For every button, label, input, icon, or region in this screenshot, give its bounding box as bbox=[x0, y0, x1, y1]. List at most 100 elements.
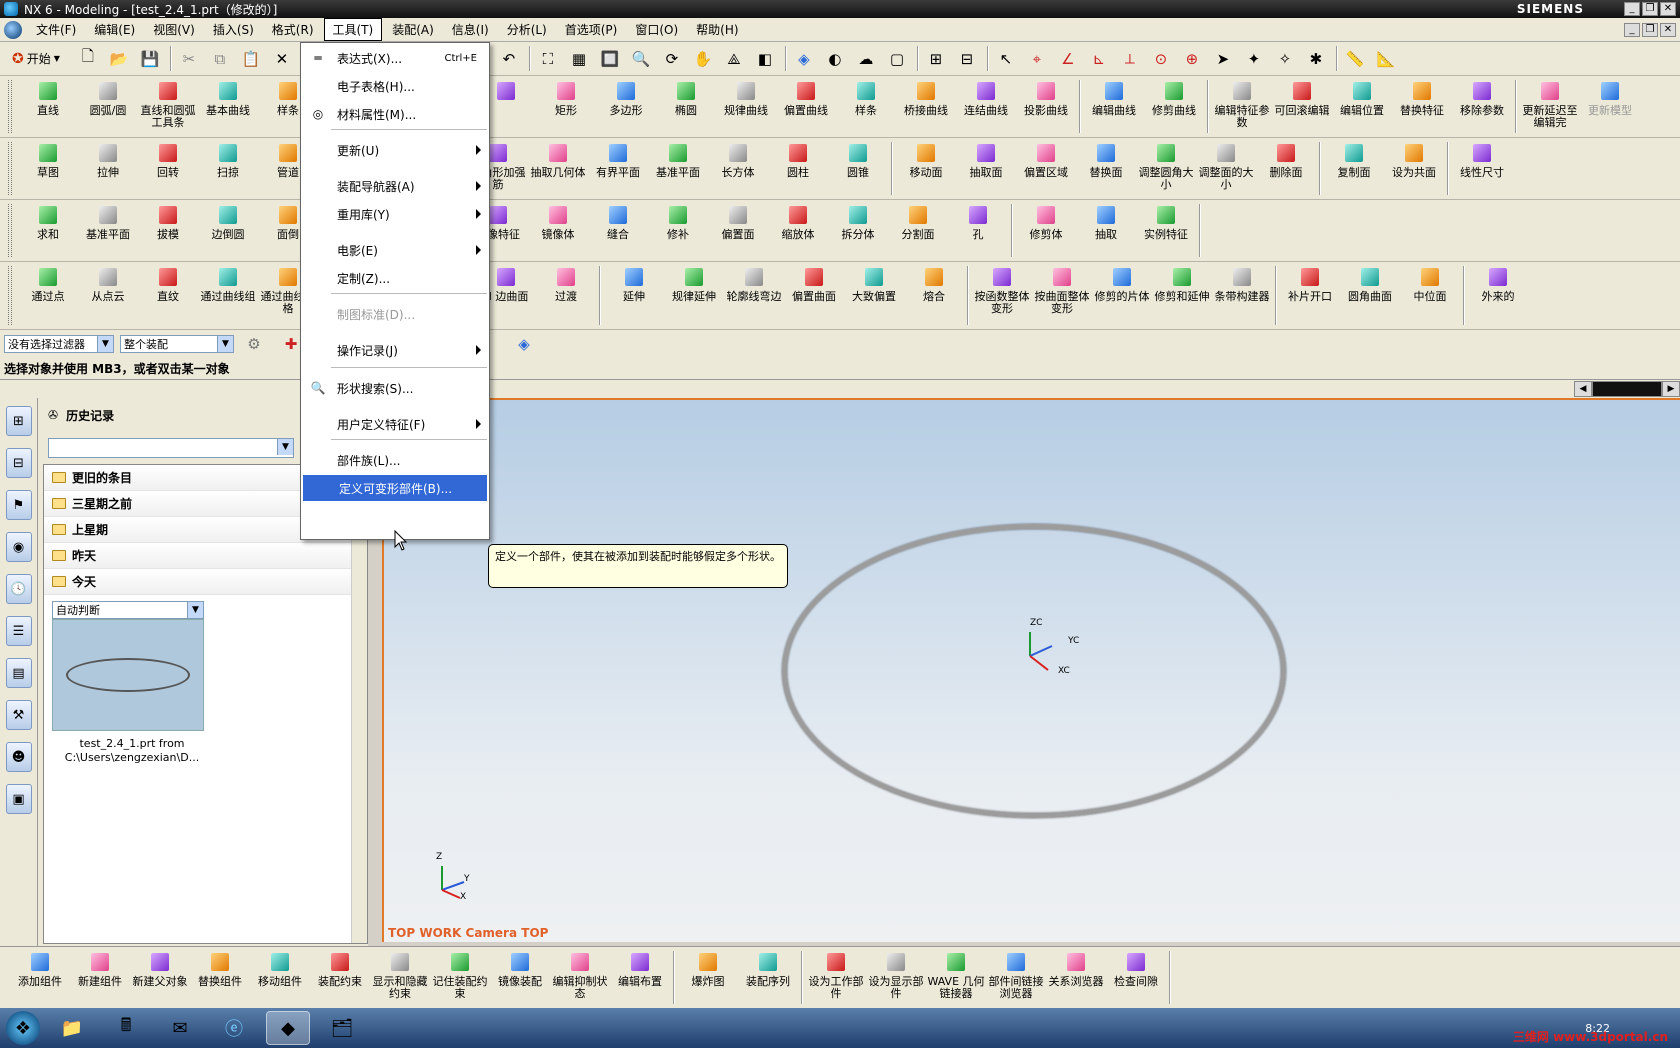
tool-row3-6[interactable]: 镜像体 bbox=[528, 200, 588, 241]
rotate-icon[interactable]: ⟳ bbox=[658, 46, 686, 72]
tool-row2-10[interactable]: 圆柱 bbox=[768, 138, 828, 179]
tool-row1-19[interactable]: 编辑位置 bbox=[1332, 76, 1392, 117]
tool-row1-6[interactable]: 矩形 bbox=[536, 76, 596, 117]
tool-row2-14[interactable]: 偏置区域 bbox=[1016, 138, 1076, 179]
render-style-icon[interactable]: ◐ bbox=[821, 46, 849, 72]
tool-row3-15[interactable]: 抽取 bbox=[1076, 200, 1136, 241]
tools-menu-item-0[interactable]: ═ 表达式(X)... Ctrl+E bbox=[301, 45, 489, 71]
tool-row1-9[interactable]: 规律曲线 bbox=[716, 76, 776, 117]
tools-menu-item-10[interactable]: 🔍 形状搜索(S)... bbox=[301, 375, 489, 401]
assembly-navigator-icon[interactable]: ⊞ bbox=[5, 406, 32, 436]
tool-row4-1[interactable]: 从点云 bbox=[78, 262, 138, 303]
delete-icon[interactable]: ✕ bbox=[268, 46, 296, 72]
type-filter-combo[interactable]: 没有选择过滤器 ▼ bbox=[4, 335, 114, 353]
wcs-icon[interactable]: ⊞ bbox=[922, 46, 950, 72]
tool-row4-9[interactable]: 轮廓线弯边 bbox=[724, 262, 784, 303]
tool-row4-18[interactable]: 补片开口 bbox=[1280, 262, 1340, 303]
assembly-tool-13[interactable]: 设为工作部件 bbox=[806, 947, 866, 1008]
snap-control-icon[interactable]: ⊾ bbox=[1085, 46, 1113, 72]
pin-icon[interactable]: ✇ bbox=[48, 408, 58, 422]
menu-item-10[interactable]: 窗口(O) bbox=[627, 19, 686, 40]
snap-icon[interactable]: ↖ bbox=[992, 46, 1020, 72]
tool-row3-14[interactable]: 修剪体 bbox=[1016, 200, 1076, 241]
assembly-tool-14[interactable]: 设为显示部件 bbox=[866, 947, 926, 1008]
tools-menu-item-1[interactable]: 电子表格(H)... bbox=[301, 73, 489, 99]
history-icon[interactable]: 🕓 bbox=[5, 574, 32, 604]
tool-row2-1[interactable]: 拉伸 bbox=[78, 138, 138, 179]
tool-row2-16[interactable]: 调整圆角大小 bbox=[1136, 138, 1196, 191]
doc-close-button[interactable]: ✕ bbox=[1660, 22, 1676, 37]
system-scenes-icon[interactable]: ▣ bbox=[5, 784, 32, 814]
scroll-left-button[interactable]: ◀ bbox=[1574, 381, 1592, 397]
tool-row1-21[interactable]: 移除参数 bbox=[1452, 76, 1512, 117]
scroll-right-button[interactable]: ▶ bbox=[1662, 381, 1680, 397]
tool-row2-6[interactable]: 抽取几何体 bbox=[528, 138, 588, 179]
assembly-tool-16[interactable]: 部件间链接浏览器 bbox=[986, 947, 1046, 1008]
menu-item-2[interactable]: 视图(V) bbox=[145, 19, 203, 40]
assembly-tool-4[interactable]: 移动组件 bbox=[250, 947, 310, 1008]
tool-row2-3[interactable]: 扫掠 bbox=[198, 138, 258, 179]
tool-row1-7[interactable]: 多边形 bbox=[596, 76, 656, 117]
tool-row2-11[interactable]: 圆锥 bbox=[828, 138, 888, 179]
tool-row3-2[interactable]: 拔模 bbox=[138, 200, 198, 241]
measure-angle-icon[interactable]: 📐 bbox=[1372, 46, 1400, 72]
scroll-track[interactable] bbox=[1592, 381, 1662, 397]
tool-row4-20[interactable]: 中位面 bbox=[1400, 262, 1460, 303]
tools-menu-item-3[interactable]: 更新(U) bbox=[301, 137, 489, 163]
menu-item-4[interactable]: 格式(R) bbox=[264, 19, 322, 40]
snap-point-icon[interactable]: ➤ bbox=[1209, 46, 1237, 72]
tool-row1-13[interactable]: 连结曲线 bbox=[956, 76, 1016, 117]
zoom-box-icon[interactable]: 🔲 bbox=[596, 46, 624, 72]
background-icon[interactable]: ▢ bbox=[883, 46, 911, 72]
tool-row4-14[interactable]: 按曲面整体变形 bbox=[1032, 262, 1092, 315]
snap-center-icon[interactable]: ⊙ bbox=[1147, 46, 1175, 72]
menu-item-0[interactable]: 文件(F) bbox=[28, 19, 84, 40]
assembly-tool-15[interactable]: WAVE 几何链接器 bbox=[926, 947, 986, 1008]
palette-icon[interactable]: ▤ bbox=[5, 658, 32, 688]
view-triad-icon[interactable]: ◈ bbox=[510, 331, 538, 357]
assembly-tool-0[interactable]: 添加组件 bbox=[10, 947, 70, 1008]
assembly-tool-12[interactable]: 装配序列 bbox=[738, 947, 798, 1008]
tool-row2-20[interactable]: 设为共面 bbox=[1384, 138, 1444, 179]
tool-row4-13[interactable]: 按函数整体变形 bbox=[972, 262, 1032, 315]
zoom-window-icon[interactable]: ▦ bbox=[565, 46, 593, 72]
tool-row2-15[interactable]: 替换面 bbox=[1076, 138, 1136, 179]
tool-row3-16[interactable]: 实例特征 bbox=[1136, 200, 1196, 241]
tools-menu-item-13[interactable]: 定义可变形部件(B)... bbox=[303, 475, 487, 501]
history-filter-combo[interactable]: ▼ bbox=[48, 438, 294, 458]
measure-distance-icon[interactable]: 📏 bbox=[1341, 46, 1369, 72]
menu-item-5[interactable]: 工具(T) bbox=[323, 18, 383, 41]
tool-row1-17[interactable]: 编辑特征参数 bbox=[1212, 76, 1272, 129]
tool-row3-10[interactable]: 缩放体 bbox=[768, 200, 828, 241]
assembly-tool-10[interactable]: 编辑布置 bbox=[610, 947, 670, 1008]
thumbnail-mode-combo[interactable]: 自动判断 ▼ bbox=[52, 601, 204, 619]
mail-icon[interactable]: ✉ bbox=[158, 1011, 202, 1045]
tools-menu-item-2[interactable]: ◎ 材料属性(M)... bbox=[301, 101, 489, 127]
constraint-navigator-icon[interactable]: ⊟ bbox=[5, 448, 32, 478]
tool-row3-7[interactable]: 缝合 bbox=[588, 200, 648, 241]
tool-row2-19[interactable]: 复制面 bbox=[1324, 138, 1384, 179]
assembly-tool-1[interactable]: 新建组件 bbox=[70, 947, 130, 1008]
view-cube-icon[interactable]: ◧ bbox=[751, 46, 779, 72]
part-thumbnail[interactable] bbox=[52, 619, 204, 731]
explorer-icon[interactable]: 🗂 bbox=[320, 1011, 364, 1045]
process-studio-icon[interactable]: ⚒ bbox=[5, 700, 32, 730]
tool-row2-9[interactable]: 长方体 bbox=[708, 138, 768, 179]
windows-start-icon[interactable]: ❖ bbox=[6, 1011, 40, 1045]
start-button[interactable]: ✪ 开始 ▼ bbox=[6, 47, 66, 71]
tool-row3-0[interactable]: 求和 bbox=[18, 200, 78, 241]
assembly-tool-6[interactable]: 显示和隐藏约束 bbox=[370, 947, 430, 1008]
tools-menu-item-7[interactable]: 定制(Z)... bbox=[301, 265, 489, 291]
tool-row1-10[interactable]: 偏置曲线 bbox=[776, 76, 836, 117]
tools-menu-item-9[interactable]: 操作记录(J) bbox=[301, 337, 489, 363]
open-folder-icon[interactable]: 📂 bbox=[105, 46, 133, 72]
tool-row1-2[interactable]: 直线和圆弧工具条 bbox=[138, 76, 198, 129]
graphics-window[interactable]: ZC YC XC Z Y X TOP WORK Camera TOP bbox=[382, 398, 1680, 942]
tool-row3-8[interactable]: 修补 bbox=[648, 200, 708, 241]
assembly-tool-8[interactable]: 镜像装配 bbox=[490, 947, 550, 1008]
history-folder[interactable]: 今天 bbox=[44, 569, 367, 595]
tool-row1-8[interactable]: 椭圆 bbox=[656, 76, 716, 117]
minimize-button[interactable]: _ bbox=[1624, 2, 1640, 16]
assembly-tool-9[interactable]: 编辑抑制状态 bbox=[550, 947, 610, 1008]
tool-row4-12[interactable]: 熔合 bbox=[904, 262, 964, 303]
